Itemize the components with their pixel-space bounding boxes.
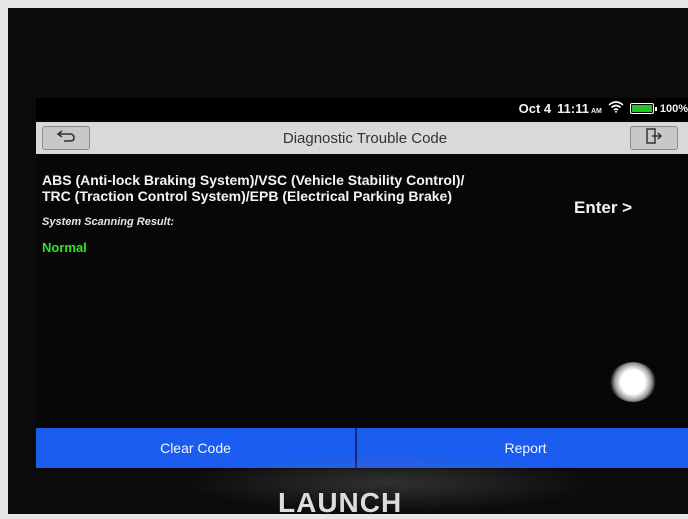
status-ampm: AM: [590, 108, 602, 115]
enter-button[interactable]: Enter >: [574, 198, 632, 218]
battery-percent: 100%: [659, 102, 688, 115]
status-time-group: 11:11 AM: [557, 101, 602, 116]
exit-button[interactable]: [630, 126, 678, 150]
brand-logo: LAUNCH: [278, 487, 403, 518]
status-time: 11:11: [557, 101, 589, 116]
light-glare: [610, 362, 656, 402]
scan-result-label: System Scanning Result:: [42, 216, 175, 228]
system-name-line-1: ABS (Anti-lock Braking System)/VSC (Vehi…: [42, 172, 465, 188]
status-right: Oct 4 11:11 AM 100%: [519, 101, 688, 116]
system-name[interactable]: ABS (Anti-lock Braking System)/VSC (Vehi…: [42, 172, 562, 204]
screen: Oct 4 11:11 AM 100% Diagnostic Trouble C…: [36, 98, 688, 470]
status-date: Oct 4: [518, 101, 552, 116]
device-bezel: Oct 4 11:11 AM 100% Diagnostic Trouble C…: [8, 8, 688, 518]
scan-result-value: Normal: [42, 240, 87, 255]
wifi-icon: [608, 101, 624, 116]
page-title: Diagnostic Trouble Code: [282, 130, 448, 147]
battery-icon: [629, 103, 657, 114]
exit-door-icon: [645, 127, 663, 149]
status-bar: Oct 4 11:11 AM 100%: [36, 98, 688, 120]
system-name-line-2: TRC (Traction Control System)/EPB (Elect…: [42, 188, 452, 204]
title-bar: Diagnostic Trouble Code: [36, 122, 688, 154]
